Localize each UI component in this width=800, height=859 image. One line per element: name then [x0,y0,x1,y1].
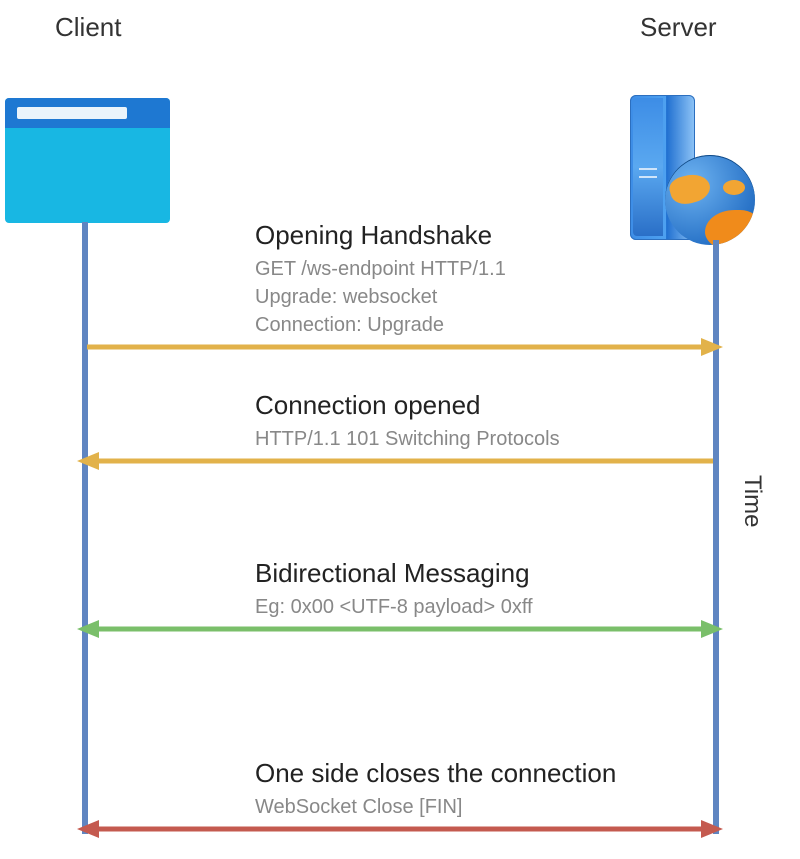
step-title: One side closes the connection [255,758,715,789]
server-slot [639,176,657,178]
globe-land [723,180,745,195]
browser-address-bar [17,107,127,119]
step-detail: GET /ws-endpoint HTTP/1.1 Upgrade: webso… [255,255,715,339]
step-connection-opened: Connection opened HTTP/1.1 101 Switching… [255,390,715,453]
step-title: Connection opened [255,390,715,421]
client-lifeline [82,222,88,834]
arrow-close-bidirectional [75,816,725,842]
detail-line: Upgrade: websocket [255,283,715,311]
step-close: One side closes the connection WebSocket… [255,758,715,821]
server-front-panel [633,98,663,236]
diagram-stage: Client Server Time Opening Handshake GET… [0,0,800,859]
step-handshake: Opening Handshake GET /ws-endpoint HTTP/… [255,220,715,339]
step-title: Opening Handshake [255,220,715,251]
server-label: Server [640,12,717,43]
detail-line: GET /ws-endpoint HTTP/1.1 [255,255,715,283]
step-title: Bidirectional Messaging [255,558,715,589]
browser-title-bar [5,98,170,128]
arrow-bidirectional [75,616,725,642]
server-slot [639,168,657,170]
client-label: Client [55,12,121,43]
time-axis-label: Time [738,475,766,527]
step-bidirectional: Bidirectional Messaging Eg: 0x00 <UTF-8 … [255,558,715,621]
globe-land [667,170,713,207]
arrow-client-to-server [75,334,725,360]
browser-icon [5,98,170,223]
arrow-server-to-client [75,448,725,474]
